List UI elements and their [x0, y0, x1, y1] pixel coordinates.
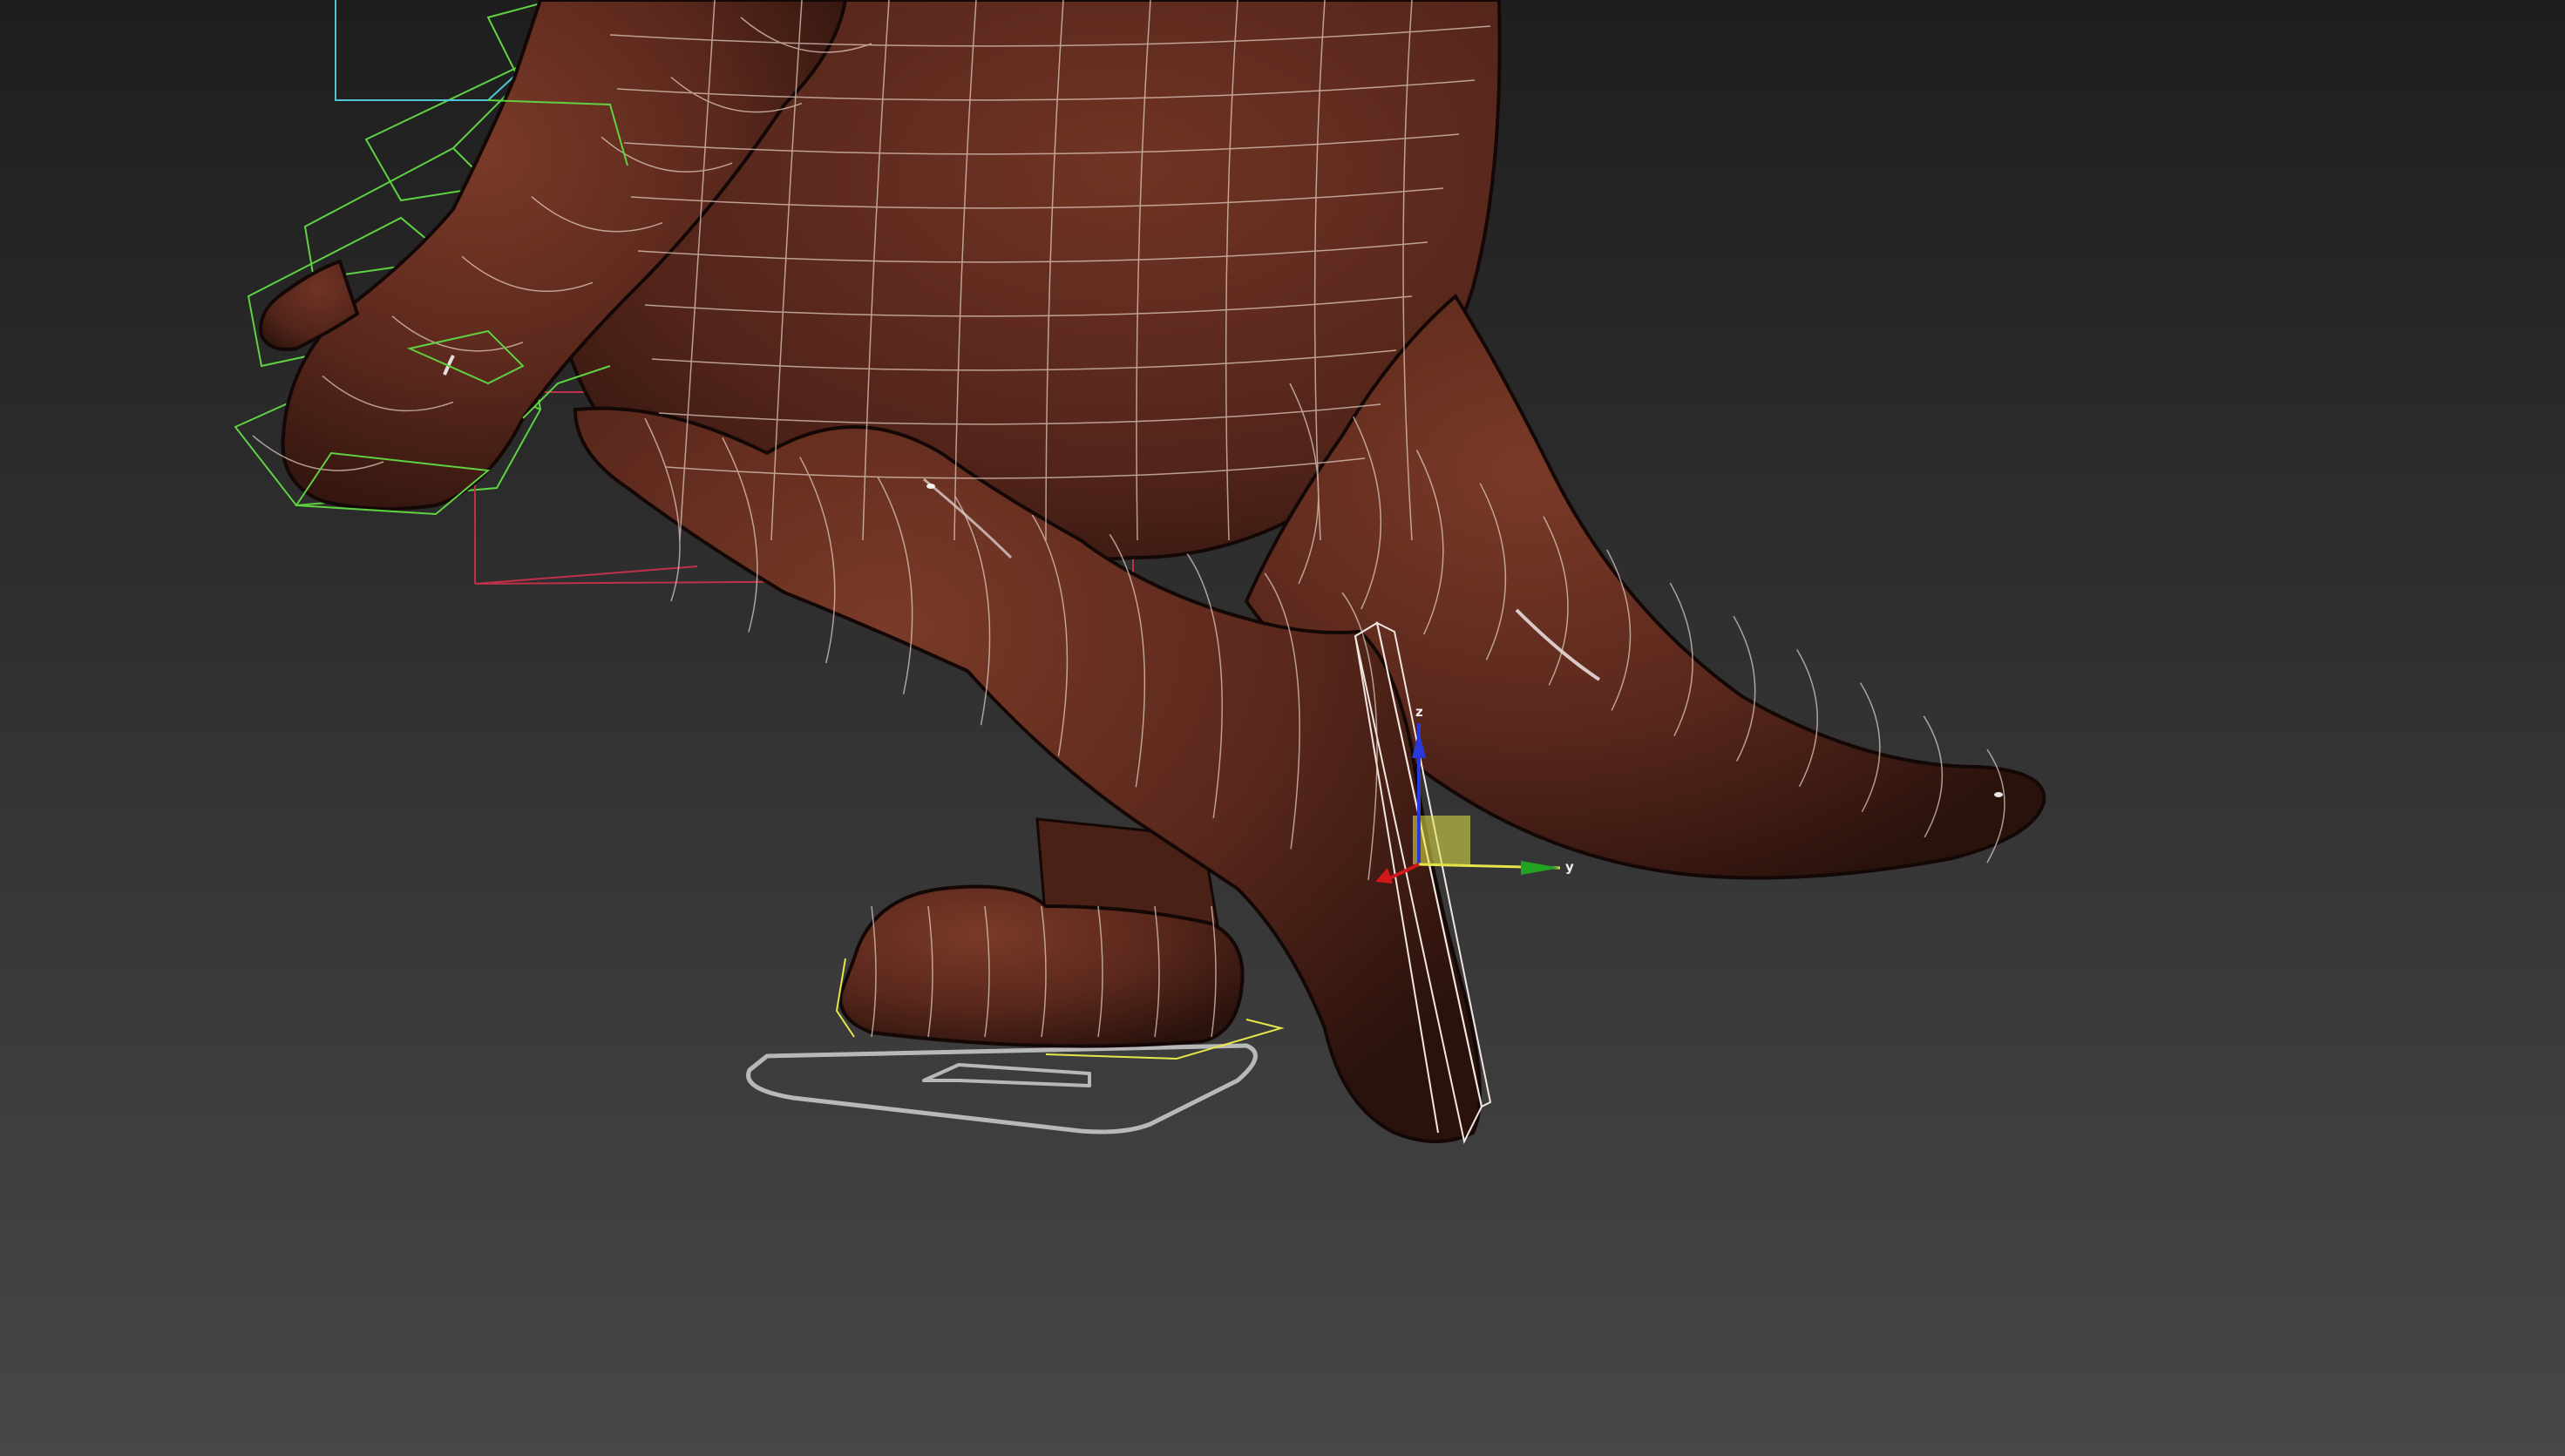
gizmo-label-z: z: [1415, 704, 1423, 720]
gizmo-plane-handle-yz[interactable]: [1413, 816, 1470, 864]
3d-viewport[interactable]: z y: [0, 0, 2565, 1456]
gizmo-label-y: y: [1565, 859, 1574, 875]
viewport-scene[interactable]: z y: [0, 0, 2565, 1456]
